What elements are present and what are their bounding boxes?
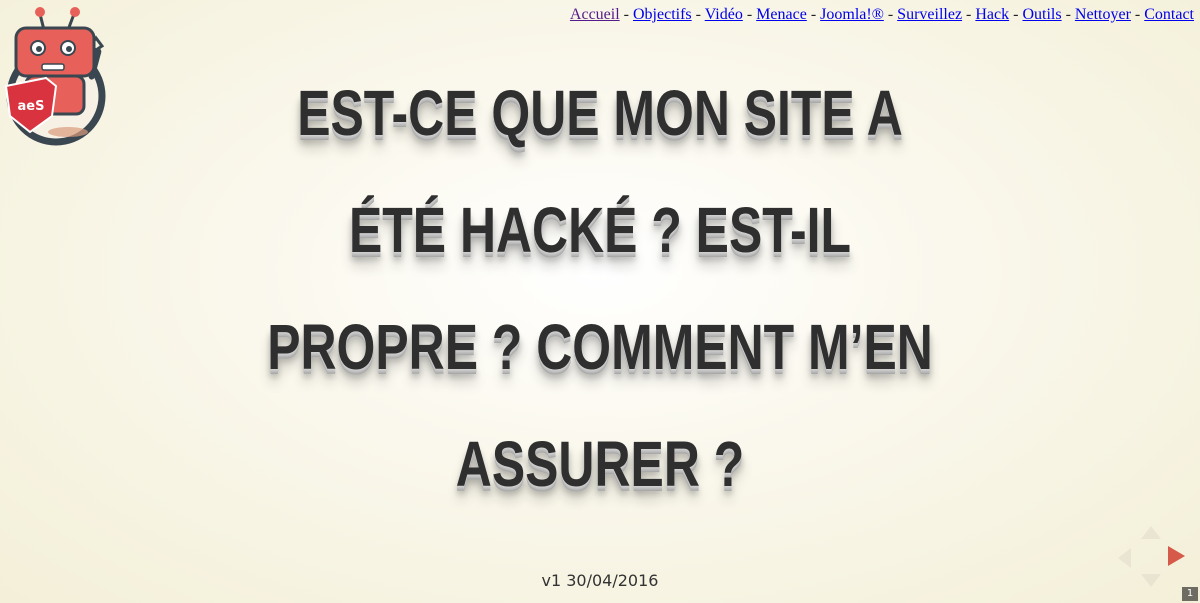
nav-link-accueil[interactable]: Accueil: [570, 6, 620, 23]
navigate-down-arrow-icon[interactable]: [1141, 574, 1161, 587]
nav-link-hack[interactable]: Hack: [975, 6, 1009, 23]
nav-link-video[interactable]: Vidéo: [705, 6, 743, 23]
nav-separator: -: [1134, 6, 1141, 23]
slide-title-line: été hacké ? Est-il: [348, 194, 852, 266]
top-navigation: Accueil - Objectifs - Vidéo - Menace - J…: [570, 6, 1194, 24]
nav-separator: -: [623, 6, 629, 23]
navigate-up-arrow-icon[interactable]: [1141, 526, 1161, 539]
nav-separator: -: [810, 6, 817, 23]
slide-controls: [1116, 522, 1188, 594]
nav-separator: -: [966, 6, 972, 23]
nav-separator: -: [1065, 6, 1071, 23]
robot-logo-icon: aeS: [4, 7, 106, 146]
slide-title-line: propre ? Comment m’en: [267, 311, 933, 383]
robot-logo: aeS: [0, 4, 112, 146]
slide-title: Est-ce que mon site a été hacké ? Est-il…: [249, 55, 951, 523]
nav-link-outils[interactable]: Outils: [1022, 6, 1061, 23]
nav-link-objectifs[interactable]: Objectifs: [633, 6, 692, 23]
nav-link-menace[interactable]: Menace: [756, 6, 807, 23]
slide-title-line: assurer ?: [455, 428, 745, 500]
nav-separator: -: [1013, 6, 1019, 23]
nav-link-nettoyer[interactable]: Nettoyer: [1075, 6, 1131, 23]
nav-separator: -: [746, 6, 753, 23]
svg-text:aeS: aeS: [18, 99, 45, 114]
nav-separator: -: [887, 6, 894, 23]
nav-link-surveillez[interactable]: Surveillez: [897, 6, 962, 23]
nav-separator: -: [695, 6, 701, 23]
navigate-left-arrow-icon[interactable]: [1118, 548, 1131, 568]
navigate-right-arrow-icon[interactable]: [1168, 546, 1185, 566]
nav-link-joomla[interactable]: Joomla!®: [820, 6, 884, 23]
slide-title-line: Est-ce que mon site a: [297, 77, 903, 149]
slide-number: 1: [1182, 587, 1198, 601]
version-date: v1 30/04/2016: [541, 571, 659, 590]
nav-link-contact[interactable]: Contact: [1144, 6, 1194, 23]
